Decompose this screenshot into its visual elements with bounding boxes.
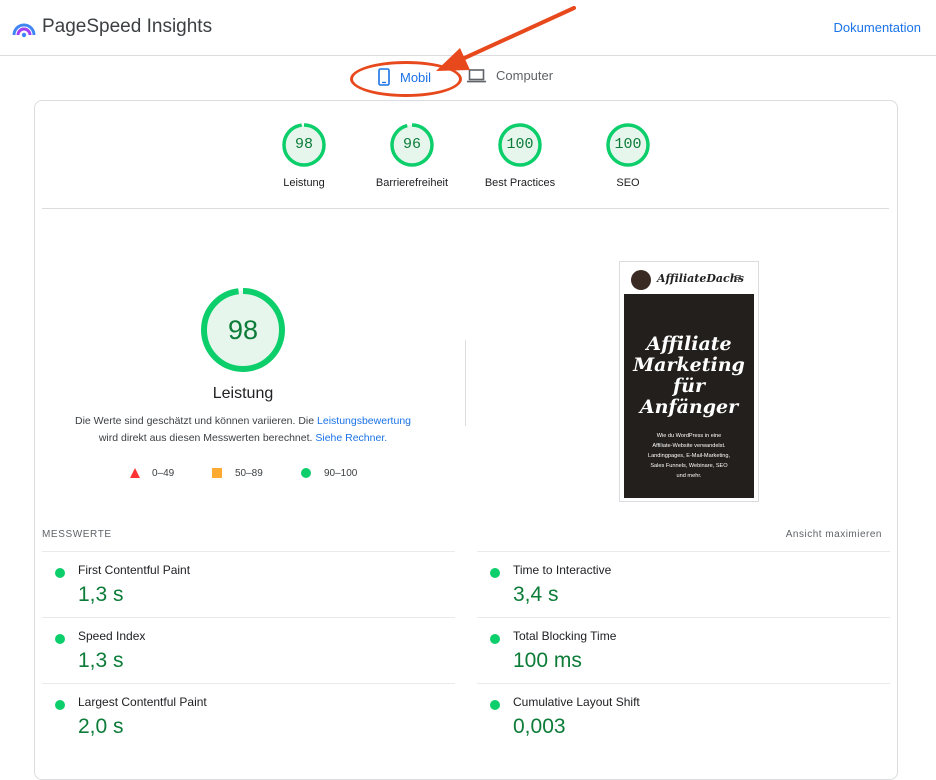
separator [42,208,889,209]
page-screenshot[interactable]: AffiliateDachs ≡ Affiliate Marketing für… [619,261,759,502]
desc-text-2: wird direkt aus diesen Messwerten berech… [98,432,316,444]
hero-text-line: Sales Funnels, Webinare, SEO [650,463,728,469]
category-label-accessibility: Barrierefreiheit [375,177,449,189]
category-score: 100 [614,136,642,153]
calculator-link[interactable]: Siehe Rechner. [315,432,387,444]
hero-text-line: Affiliate-Website verwandelst. [652,443,726,449]
hero-title-line: Marketing [633,354,745,376]
metric-cumulative-layout-shift: Cumulative Layout Shift 0,003 [477,683,890,749]
status-pass-icon [55,634,65,644]
app-title: PageSpeed Insights [42,16,213,37]
metric-name: Largest Contentful Paint [78,695,207,709]
laptop-icon [467,68,486,82]
category-label-performance: Leistung [283,177,325,189]
legend-item-pass: 90–100 [300,467,357,479]
hero-title-line: für [673,375,705,397]
screenshot-hero: Affiliate Marketing für Anfänger Wie du … [624,294,754,498]
legend-range-fail: 0–49 [152,467,175,479]
vertical-divider [465,340,466,426]
category-gauge-accessibility[interactable]: 96 [390,123,434,167]
performance-score: 98 [227,315,259,345]
category-score: 96 [402,136,421,153]
status-pass-icon [55,700,65,710]
metric-value: 2,0 s [78,715,124,738]
desc-text-1: Die Werte sind geschätzt und können vari… [74,415,318,427]
hero-title: Affiliate Marketing für Anfänger [624,334,754,418]
metric-name: Speed Index [78,629,146,643]
category-label-best-practices: Best Practices [484,177,556,189]
hero-text-line: und mehr. [676,473,702,479]
status-pass-icon [490,700,500,710]
hero-title-line: Anfänger [639,396,739,418]
category-gauge-best-practices[interactable]: 100 [498,123,542,167]
site-logo-icon [631,270,651,290]
metric-total-blocking-time: Total Blocking Time 100 ms [477,617,890,683]
category-label-seo: SEO [616,177,640,189]
device-tabs: Mobil Computer [0,58,936,98]
hero-title-line: Affiliate [646,333,732,355]
green-circle-icon [301,468,311,478]
category-score: 100 [506,136,534,153]
pagespeed-logo-icon[interactable] [12,17,36,39]
hero-text: Wie du WordPress in eine Affiliate-Websi… [634,431,744,481]
orange-square-icon [212,468,222,478]
metric-name: First Contentful Paint [78,563,191,577]
legend-item-average: 50–89 [211,467,263,479]
hero-text-line: Landingpages, E-Mail-Marketing, [647,453,731,459]
legend-range-average: 50–89 [235,467,263,479]
metric-name: Cumulative Layout Shift [513,695,640,709]
tab-desktop[interactable]: Computer [467,68,553,83]
metric-largest-contentful-paint: Largest Contentful Paint 2,0 s [42,683,455,749]
metric-speed-index: Speed Index 1,3 s [42,617,455,683]
tab-desktop-label: Computer [496,68,554,83]
expand-view-toggle[interactable]: Ansicht maximieren [786,529,882,540]
category-score: 98 [294,136,313,153]
performance-title: Leistung [212,385,274,402]
documentation-link[interactable]: Dokumentation [834,20,921,35]
top-bar: PageSpeed Insights Dokumentation [0,0,936,56]
hero-text-line: Wie du WordPress in eine [656,433,722,439]
status-pass-icon [490,634,500,644]
annotation-oval [350,61,462,97]
hamburger-menu-icon: ≡ [735,272,742,284]
legend-range-pass: 90–100 [324,467,358,479]
metric-value: 3,4 s [513,583,559,606]
metric-value: 100 ms [513,649,582,672]
metric-name: Time to Interactive [513,563,612,577]
metric-value: 1,3 s [78,583,124,606]
category-gauge-performance[interactable]: 98 [282,123,326,167]
metrics-section-title: MESSWERTE [42,529,112,540]
status-pass-icon [55,568,65,578]
metric-value: 0,003 [513,715,566,738]
site-brand: AffiliateDachs [657,272,744,285]
metric-value: 1,3 s [78,649,124,672]
metric-first-contentful-paint: First Contentful Paint 1,3 s [42,551,455,617]
performance-description: Die Werte sind geschätzt und können vari… [60,413,426,447]
category-gauge-seo[interactable]: 100 [606,123,650,167]
score-calculation-link[interactable]: Leistungsbewertung [317,415,411,427]
metric-time-to-interactive: Time to Interactive 3,4 s [477,551,890,617]
metric-name: Total Blocking Time [513,629,617,643]
status-pass-icon [490,568,500,578]
screenshot-header: AffiliateDachs ≡ [620,262,758,294]
red-triangle-icon [130,468,140,478]
legend-item-fail: 0–49 [129,467,174,479]
